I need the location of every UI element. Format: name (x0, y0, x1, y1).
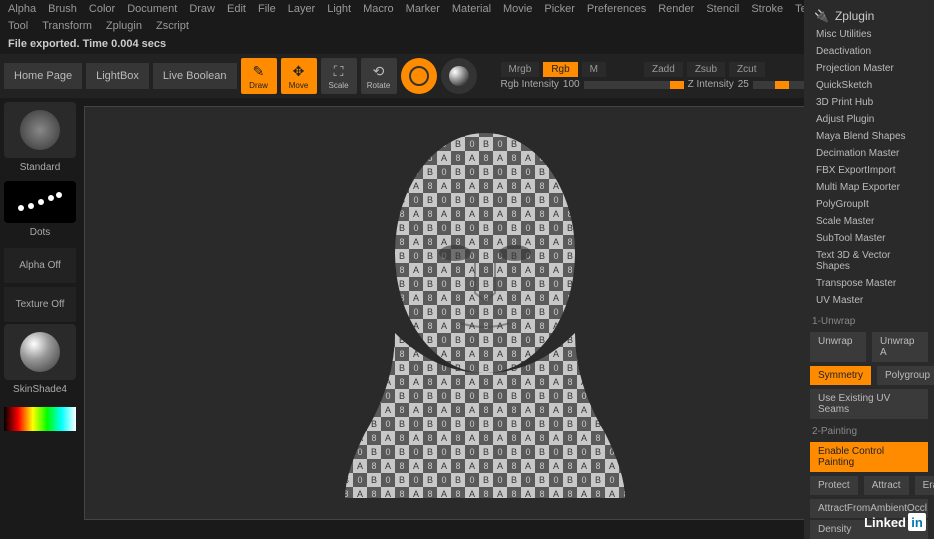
scale-icon: ⛶ (334, 63, 344, 80)
menu-item[interactable]: Zplugin (106, 20, 142, 32)
draw-tool[interactable]: ✎Draw (241, 58, 277, 94)
unwrap-button[interactable]: Unwrap (810, 332, 866, 362)
move-tool[interactable]: ✥Move (281, 58, 317, 94)
liveboolean-button[interactable]: Live Boolean (153, 63, 237, 89)
rgb-intensity-slider[interactable] (584, 81, 684, 89)
palette-title[interactable]: 🔌Zplugin (808, 6, 930, 26)
palette-item[interactable]: 3D Print Hub (808, 94, 930, 111)
zsub-mode[interactable]: Zsub (687, 62, 725, 77)
main-menu-2: Tool Transform Zplugin Zscript (0, 18, 934, 34)
erase-button[interactable]: Eras (915, 476, 934, 495)
material-preview[interactable] (401, 58, 437, 94)
menu-item[interactable]: Tool (8, 20, 28, 32)
left-panel: Standard Dots Alpha Off Texture Off Skin… (0, 98, 80, 528)
menu-item[interactable]: Document (127, 3, 177, 15)
unwrap-all-button[interactable]: Unwrap A (872, 332, 928, 362)
stroke-thumbnail[interactable] (4, 181, 76, 223)
material-name: SkinShade4 (4, 382, 76, 401)
menu-item[interactable]: Picker (544, 3, 575, 15)
brush-thumbnail[interactable] (4, 102, 76, 158)
palette-item[interactable]: Multi Map Exporter (808, 179, 930, 196)
palette-item[interactable]: Projection Master (808, 60, 930, 77)
material-thumbnail[interactable] (4, 324, 76, 380)
scale-tool[interactable]: ⛶Scale (321, 58, 357, 94)
mrgb-mode[interactable]: Mrgb (501, 62, 540, 77)
menu-item[interactable]: Macro (363, 3, 394, 15)
palette-item[interactable]: Deactivation (808, 43, 930, 60)
menu-item[interactable]: Preferences (587, 3, 646, 15)
menu-item[interactable]: Material (452, 3, 491, 15)
pencil-icon: ✎ (253, 63, 265, 80)
rgb-mode[interactable]: Rgb (543, 62, 577, 77)
palette-item[interactable]: UV Master (808, 292, 930, 309)
rgb-intensity-value: 100 (563, 79, 580, 90)
rotate-tool[interactable]: ⟲Rotate (361, 58, 397, 94)
move-icon: ✥ (293, 63, 305, 80)
viewport[interactable]: A 8 0 B (84, 106, 886, 520)
palette-item[interactable]: Misc Utilities (808, 26, 930, 43)
status-bar: File exported. Time 0.004 secs (0, 34, 934, 54)
menu-item[interactable]: Layer (288, 3, 316, 15)
menu-item[interactable]: Zscript (156, 20, 189, 32)
lightbox-button[interactable]: LightBox (86, 63, 149, 89)
section-unwrap: 1-Unwrap (808, 313, 930, 330)
brush-name: Standard (4, 160, 76, 179)
rotate-icon: ⟲ (373, 63, 385, 80)
menu-item[interactable]: Transform (42, 20, 92, 32)
palette-item[interactable]: Scale Master (808, 213, 930, 230)
m-mode[interactable]: M (582, 62, 606, 77)
palette-item[interactable]: FBX ExportImport (808, 162, 930, 179)
toolbar: Home Page LightBox Live Boolean ✎Draw ✥M… (0, 54, 934, 98)
menu-item[interactable]: Stroke (751, 3, 783, 15)
alpha-slot[interactable]: Alpha Off (4, 248, 76, 283)
palette-item[interactable]: QuickSketch (808, 77, 930, 94)
menu-item[interactable]: Draw (189, 3, 215, 15)
menu-item[interactable]: Color (89, 3, 115, 15)
menu-item[interactable]: Movie (503, 3, 532, 15)
main-menu: Alpha Brush Color Document Draw Edit Fil… (0, 0, 934, 18)
palette-item[interactable]: Decimation Master (808, 145, 930, 162)
plug-icon: 🔌 (814, 9, 829, 23)
palette-item[interactable]: Adjust Plugin (808, 111, 930, 128)
palette-item[interactable]: SubTool Master (808, 230, 930, 247)
attract-button[interactable]: Attract (864, 476, 909, 495)
menu-item[interactable]: Stencil (706, 3, 739, 15)
palette-item[interactable]: Maya Blend Shapes (808, 128, 930, 145)
menu-item[interactable]: Brush (48, 3, 77, 15)
menu-item[interactable]: Marker (406, 3, 440, 15)
linkedin-watermark: Linkedin (864, 513, 926, 531)
palette-item[interactable]: Text 3D & Vector Shapes (808, 247, 930, 275)
enable-painting-button[interactable]: Enable Control Painting (810, 442, 928, 472)
menu-item[interactable]: File (258, 3, 276, 15)
section-painting: 2-Painting (808, 423, 930, 440)
zplugin-palette: 🔌Zplugin Misc Utilities Deactivation Pro… (804, 0, 934, 539)
symmetry-button[interactable]: Symmetry (810, 366, 871, 385)
menu-item[interactable]: Light (327, 3, 351, 15)
menu-item[interactable]: Edit (227, 3, 246, 15)
protect-button[interactable]: Protect (810, 476, 858, 495)
menu-item[interactable]: Alpha (8, 3, 36, 15)
model-head-checker: A 8 0 B (325, 123, 645, 503)
polygroups-button[interactable]: Polygroup (877, 366, 934, 385)
z-intensity-value: 25 (738, 79, 749, 90)
zcut-mode[interactable]: Zcut (729, 62, 764, 77)
color-picker[interactable] (4, 407, 76, 431)
rgb-intensity-label: Rgb Intensity (501, 79, 559, 90)
z-intensity-label: Z Intensity (688, 79, 734, 90)
palette-item[interactable]: Transpose Master (808, 275, 930, 292)
menu-item[interactable]: Render (658, 3, 694, 15)
palette-item[interactable]: PolyGroupIt (808, 196, 930, 213)
material-preview-2[interactable] (441, 58, 477, 94)
useseams-button[interactable]: Use Existing UV Seams (810, 389, 928, 419)
zadd-mode[interactable]: Zadd (644, 62, 683, 77)
stroke-name: Dots (4, 225, 76, 244)
texture-slot[interactable]: Texture Off (4, 287, 76, 322)
home-button[interactable]: Home Page (4, 63, 82, 89)
